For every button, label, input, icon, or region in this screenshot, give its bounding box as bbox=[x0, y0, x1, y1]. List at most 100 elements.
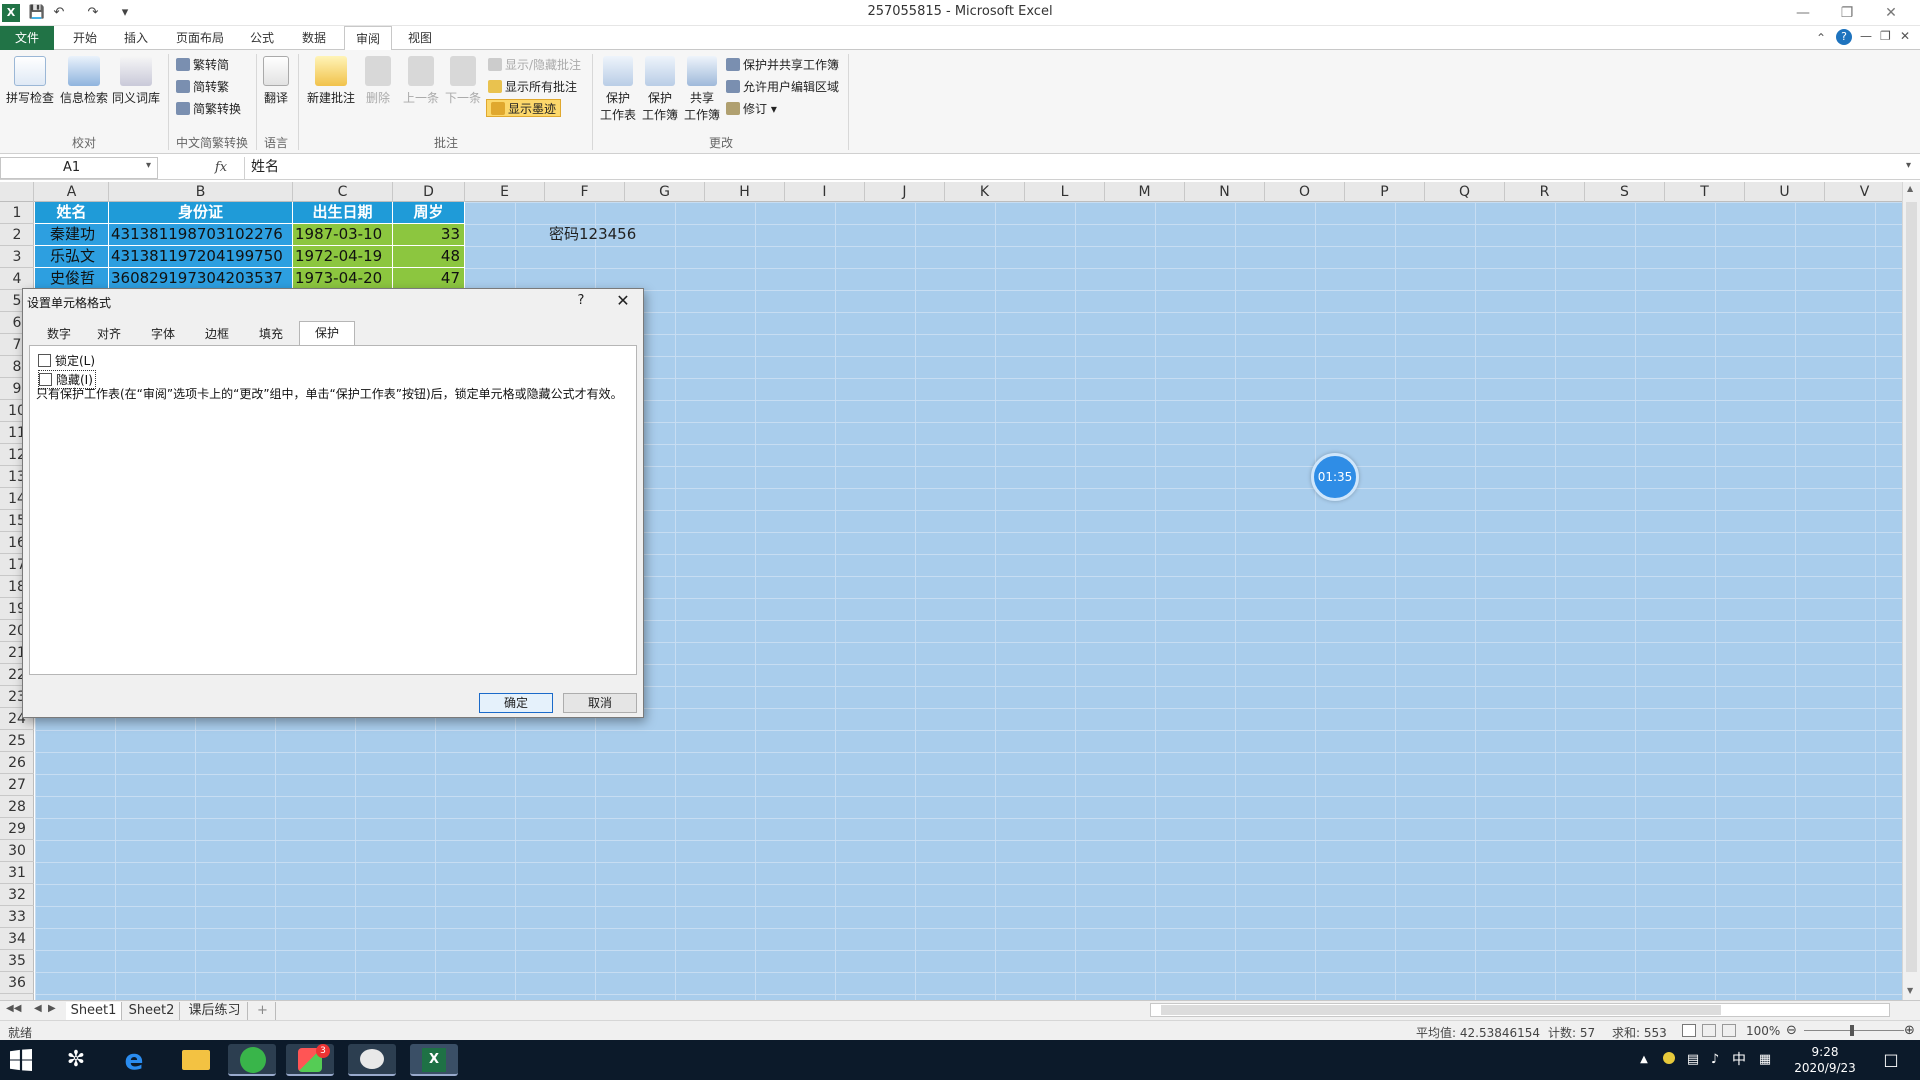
doc-close-icon[interactable]: ✕ bbox=[1900, 29, 1910, 43]
column-header[interactable]: I bbox=[785, 182, 865, 202]
volume-icon[interactable]: ♪ bbox=[1706, 1040, 1724, 1080]
locked-checkbox-row[interactable]: 锁定(L) bbox=[38, 352, 95, 369]
simp-to-trad-button[interactable]: 简转繁 bbox=[176, 78, 229, 96]
scroll-down-icon[interactable]: ▼ bbox=[1907, 986, 1913, 995]
dialog-tab-alignment[interactable]: 对齐 bbox=[87, 323, 131, 345]
app-360-icon[interactable]: ✼ bbox=[52, 1044, 100, 1076]
normal-view-icon[interactable] bbox=[1682, 1024, 1696, 1037]
doc-minimize-icon[interactable]: — bbox=[1860, 29, 1872, 43]
start-windows-icon[interactable] bbox=[10, 1049, 32, 1071]
delete-comment-button[interactable]: 删除 bbox=[360, 56, 396, 106]
sheet-tab-sheet2[interactable]: Sheet2 bbox=[124, 1002, 180, 1020]
tab-data[interactable]: 数据 bbox=[292, 26, 336, 50]
cell-d1[interactable]: 周岁 bbox=[393, 202, 465, 224]
row-header[interactable]: 2 bbox=[0, 224, 34, 246]
trad-to-simp-button[interactable]: 繁转简 bbox=[176, 56, 229, 74]
allow-edit-ranges-button[interactable]: 允许用户编辑区域 bbox=[726, 78, 839, 96]
cell-d3[interactable]: 48 bbox=[393, 246, 465, 268]
tab-home[interactable]: 开始 bbox=[62, 26, 108, 50]
doc-restore-icon[interactable]: ❐ bbox=[1880, 29, 1891, 43]
network-icon[interactable]: ▤ bbox=[1684, 1040, 1702, 1080]
row-header[interactable]: 36 bbox=[0, 972, 34, 994]
row-header[interactable]: 28 bbox=[0, 796, 34, 818]
cell-b1[interactable]: 身份证 bbox=[109, 202, 293, 224]
next-comment-button[interactable]: 下一条 bbox=[442, 56, 484, 106]
column-header[interactable]: H bbox=[705, 182, 785, 202]
cell-f2[interactable]: 密码123456 bbox=[547, 224, 667, 246]
cell-a4[interactable]: 史俊哲 bbox=[35, 268, 109, 290]
formula-input[interactable]: 姓名 bbox=[244, 157, 1904, 179]
column-header[interactable]: B bbox=[109, 182, 293, 202]
cell-c1[interactable]: 出生日期 bbox=[293, 202, 393, 224]
tray-expand-icon[interactable]: ▲ bbox=[1636, 1040, 1652, 1080]
research-button[interactable]: 信息检索 bbox=[58, 56, 110, 106]
select-all-corner[interactable] bbox=[0, 182, 34, 202]
column-header[interactable]: J bbox=[865, 182, 945, 202]
column-header[interactable]: F bbox=[545, 182, 625, 202]
wechat-icon[interactable] bbox=[348, 1044, 396, 1076]
tab-insert[interactable]: 插入 bbox=[114, 26, 158, 50]
notifications-icon[interactable]: □ bbox=[1876, 1040, 1906, 1080]
horizontal-scrollbar[interactable] bbox=[1150, 1003, 1890, 1017]
tab-review[interactable]: 审阅 bbox=[344, 26, 392, 51]
column-header[interactable]: G bbox=[625, 182, 705, 202]
expand-formula-icon[interactable]: ▾ bbox=[1906, 160, 1911, 171]
minimize-button[interactable]: — bbox=[1786, 2, 1820, 24]
column-header[interactable]: L bbox=[1025, 182, 1105, 202]
tab-page-layout[interactable]: 页面布局 bbox=[166, 26, 234, 50]
cell-b4[interactable]: 360829197304203537 bbox=[109, 268, 293, 290]
column-header[interactable]: S bbox=[1585, 182, 1665, 202]
column-header[interactable]: T bbox=[1665, 182, 1745, 202]
row-header[interactable]: 1 bbox=[0, 202, 34, 224]
cell-a1[interactable]: 姓名 bbox=[35, 202, 109, 224]
protect-workbook-button[interactable]: 保护 工作簿 bbox=[640, 56, 680, 123]
name-box-dropdown-icon[interactable]: ▾ bbox=[146, 160, 151, 171]
dialog-tab-fill[interactable]: 填充 bbox=[249, 323, 293, 345]
clock[interactable]: 9:28 2020/9/23 bbox=[1780, 1044, 1870, 1076]
column-header[interactable]: Q bbox=[1425, 182, 1505, 202]
sheet-tab-sheet1[interactable]: Sheet1 bbox=[66, 1002, 122, 1020]
keyboard-icon[interactable]: ▦ bbox=[1756, 1040, 1774, 1080]
zoom-in-icon[interactable]: ⊕ bbox=[1904, 1023, 1915, 1038]
sheet-tab-practice[interactable]: 课后练习 bbox=[182, 1002, 248, 1020]
zoom-level[interactable]: 100% bbox=[1746, 1024, 1780, 1038]
close-window-button[interactable]: ✕ bbox=[1874, 2, 1908, 24]
tab-formulas[interactable]: 公式 bbox=[240, 26, 284, 50]
column-header[interactable]: M bbox=[1105, 182, 1185, 202]
edge-browser-icon[interactable]: e bbox=[110, 1044, 158, 1076]
column-header[interactable]: N bbox=[1185, 182, 1265, 202]
next-sheet-icon[interactable]: ▶ bbox=[48, 1003, 56, 1014]
cell-b3[interactable]: 431381197204199750 bbox=[109, 246, 293, 268]
scroll-up-icon[interactable]: ▲ bbox=[1907, 184, 1913, 193]
ribbon-collapse-icon[interactable]: ⌃ bbox=[1816, 31, 1826, 45]
show-ink-button[interactable]: 显示墨迹 bbox=[486, 99, 562, 117]
cell-c3[interactable]: 1972-04-19 bbox=[293, 246, 393, 268]
new-comment-button[interactable]: 新建批注 bbox=[304, 56, 358, 106]
ok-button[interactable]: 确定 bbox=[479, 693, 553, 713]
show-all-comments-button[interactable]: 显示所有批注 bbox=[488, 78, 577, 96]
row-header[interactable]: 25 bbox=[0, 730, 34, 752]
cell-c4[interactable]: 1973-04-20 bbox=[293, 268, 393, 290]
restore-button[interactable]: ❐ bbox=[1830, 2, 1864, 24]
cell-a3[interactable]: 乐弘文 bbox=[35, 246, 109, 268]
chinese-convert-button[interactable]: 简繁转换 bbox=[176, 100, 241, 118]
excel-taskbar-icon[interactable]: X bbox=[410, 1044, 458, 1076]
cell-d4[interactable]: 47 bbox=[393, 268, 465, 290]
row-header[interactable]: 32 bbox=[0, 884, 34, 906]
row-header[interactable]: 31 bbox=[0, 862, 34, 884]
locked-checkbox[interactable] bbox=[38, 354, 51, 367]
cell-d2[interactable]: 33 bbox=[393, 224, 465, 246]
column-header[interactable]: E bbox=[465, 182, 545, 202]
cancel-button[interactable]: 取消 bbox=[563, 693, 637, 713]
input-method-indicator[interactable]: 中 bbox=[1728, 1040, 1750, 1080]
page-layout-view-icon[interactable] bbox=[1702, 1024, 1716, 1037]
vertical-scrollbar[interactable]: ▲ ▼ bbox=[1902, 182, 1920, 1000]
column-header[interactable]: A bbox=[35, 182, 109, 202]
row-header[interactable]: 35 bbox=[0, 950, 34, 972]
dialog-tab-border[interactable]: 边框 bbox=[195, 323, 239, 345]
row-header[interactable]: 29 bbox=[0, 818, 34, 840]
protect-share-button[interactable]: 保护并共享工作簿 bbox=[726, 56, 839, 74]
tab-view[interactable]: 视图 bbox=[398, 26, 442, 50]
dialog-tab-font[interactable]: 字体 bbox=[141, 323, 185, 345]
cell-c2[interactable]: 1987-03-10 bbox=[293, 224, 393, 246]
